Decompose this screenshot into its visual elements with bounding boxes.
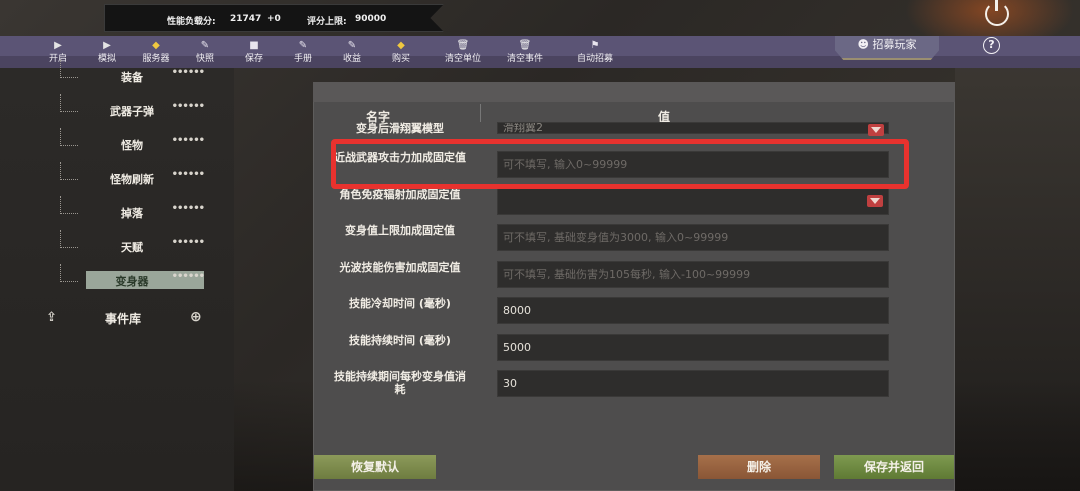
sidebar-item-label: 武器子弹 (110, 105, 154, 118)
event-library-label: 事件库 (105, 312, 142, 326)
box-icon: ◆ (397, 40, 405, 51)
event-library[interactable]: ⇪ 事件库 ⊕ (46, 308, 211, 330)
toolbar-snapshot-button[interactable]: ✎ 快照 (185, 38, 225, 68)
sidebar-item-monsters[interactable]: 怪物 •••••• (86, 135, 205, 153)
sidebar-item-label: 装备 (121, 71, 143, 84)
help-icon[interactable]: ? (983, 37, 1000, 54)
toolbar-label: 自动招募 (576, 54, 613, 64)
tree-connector (60, 264, 78, 282)
drag-handle[interactable]: •••••• (172, 271, 205, 282)
toolbar-clear-units-button[interactable]: 🗑 清空单位 (437, 38, 489, 68)
skill-cooldown-input[interactable] (497, 297, 889, 324)
toolbar-label: 快照 (195, 54, 214, 64)
radiation-immunity-dropdown[interactable] (497, 188, 889, 215)
play-icon: ▶ (103, 40, 111, 51)
edit-icon: ✎ (298, 40, 308, 51)
sidebar-item-monster-spawn[interactable]: 怪物刷新 •••••• (86, 169, 205, 187)
toolbar-buy-button[interactable]: ◆ 购买 (381, 38, 421, 68)
recruit-label: 招募玩家 (872, 38, 917, 51)
load-delta: +0 (267, 14, 281, 24)
delete-button[interactable]: 删除 (698, 455, 820, 479)
row-label: 光波技能伤害加成固定值 (339, 261, 461, 274)
toolbar-manual-button[interactable]: ✎ 手册 (283, 38, 323, 68)
load-value: 21747 (230, 14, 262, 24)
toolbar-label: 购买 (391, 54, 410, 64)
highlight-box (331, 139, 909, 189)
power-icon[interactable] (985, 0, 1009, 26)
row-label: 角色免疫辐射加成固定值 (339, 188, 461, 201)
chevron-down-icon[interactable] (871, 127, 881, 133)
tree-connector (60, 94, 78, 112)
performance-stats-bar: 性能负载分: 21747 +0 评分上限: 90000 (104, 4, 444, 32)
panel-header (313, 82, 955, 102)
drag-handle[interactable]: •••••• (172, 237, 205, 248)
sidebar-item-talents[interactable]: 天赋 •••••• (86, 237, 205, 255)
toolbar-label: 收益 (342, 54, 361, 64)
row-label: 技能冷却时间 (毫秒) (349, 297, 451, 310)
trash-icon: 🗑 (456, 40, 470, 51)
toolbar-auto-recruit-button[interactable]: ⚑ 自动招募 (569, 38, 621, 68)
sidebar-item-transformer[interactable]: 变身器 •••••• (86, 271, 205, 289)
toolbar-revenue-button[interactable]: ✎ 收益 (332, 38, 372, 68)
drag-handle[interactable]: •••••• (172, 169, 205, 180)
tree-connector (60, 230, 78, 248)
edit-icon: ✎ (347, 40, 357, 51)
row-label: 变身后滑翔翼模型 (356, 122, 444, 134)
drag-handle[interactable]: •••••• (172, 67, 205, 78)
toolbar-clear-events-button[interactable]: 🗑 清空事件 (499, 38, 551, 68)
column-divider (480, 104, 481, 122)
toolbar-label: 清空单位 (444, 54, 481, 64)
drag-handle[interactable]: •••••• (172, 101, 205, 112)
toolbar-label: 保存 (244, 54, 263, 64)
save-and-return-button[interactable]: 保存并返回 (834, 455, 954, 479)
glider-model-dropdown[interactable]: 滑翔翼2 (497, 122, 889, 134)
box-icon: ◆ (152, 40, 160, 51)
sidebar-item-label: 怪物刷新 (110, 173, 154, 186)
tree-connector (60, 128, 78, 146)
load-label: 性能负载分: (167, 17, 216, 27)
toolbar-label: 服务器 (142, 54, 170, 64)
sidebar-item-drops[interactable]: 掉落 •••••• (86, 203, 205, 221)
users-icon: ☻ (857, 38, 869, 51)
tree-connector (60, 162, 78, 180)
score-limit-label: 评分上限: (307, 17, 347, 27)
file-icon: ■ (249, 40, 259, 51)
toolbar-server-button[interactable]: ◆ 服务器 (136, 38, 176, 68)
drag-handle[interactable]: •••••• (172, 135, 205, 146)
chevron-down-icon[interactable] (870, 198, 880, 204)
sidebar-item-label: 天赋 (121, 241, 143, 254)
toolbar-label: 手册 (293, 54, 312, 64)
toolbar-label: 清空事件 (506, 54, 543, 64)
sidebar-item-equipment[interactable]: 装备 •••••• (86, 67, 205, 85)
score-limit-value: 90000 (355, 14, 387, 24)
edit-icon: ✎ (200, 40, 210, 51)
row-label: 技能持续期间每秒变身值消耗 (334, 370, 466, 396)
sidebar-item-label: 怪物 (121, 139, 143, 152)
toolbar-save-button[interactable]: ■ 保存 (234, 38, 274, 68)
lightwave-damage-bonus-input[interactable] (497, 261, 889, 288)
toolbar-simulate-button[interactable]: ▶ 模拟 (87, 38, 127, 68)
flag-icon: ⚑ (590, 40, 600, 51)
row-label: 变身值上限加成固定值 (345, 224, 455, 237)
tree-connector (60, 60, 78, 78)
row-label: 技能持续时间 (毫秒) (349, 334, 451, 347)
restore-default-button[interactable]: 恢复默认 (314, 455, 436, 479)
play-icon: ▶ (54, 40, 62, 51)
drag-handle[interactable]: •••••• (172, 203, 205, 214)
skill-duration-input[interactable] (497, 334, 889, 361)
toolbar-label: 模拟 (97, 54, 116, 64)
sidebar-item-label: 变身器 (115, 275, 149, 288)
trash-icon: 🗑 (518, 40, 532, 51)
recruit-players-tab[interactable]: ☻ 招募玩家 (835, 36, 939, 60)
transform-max-bonus-input[interactable] (497, 224, 889, 251)
sidebar-item-weapon-bullets[interactable]: 武器子弹 •••••• (86, 101, 205, 119)
sidebar-item-label: 掉落 (121, 207, 143, 220)
tree-connector (60, 196, 78, 214)
add-folder-icon[interactable]: ⊕ (190, 309, 202, 325)
skill-consumption-input[interactable] (497, 370, 889, 397)
export-icon[interactable]: ⇪ (46, 310, 57, 325)
